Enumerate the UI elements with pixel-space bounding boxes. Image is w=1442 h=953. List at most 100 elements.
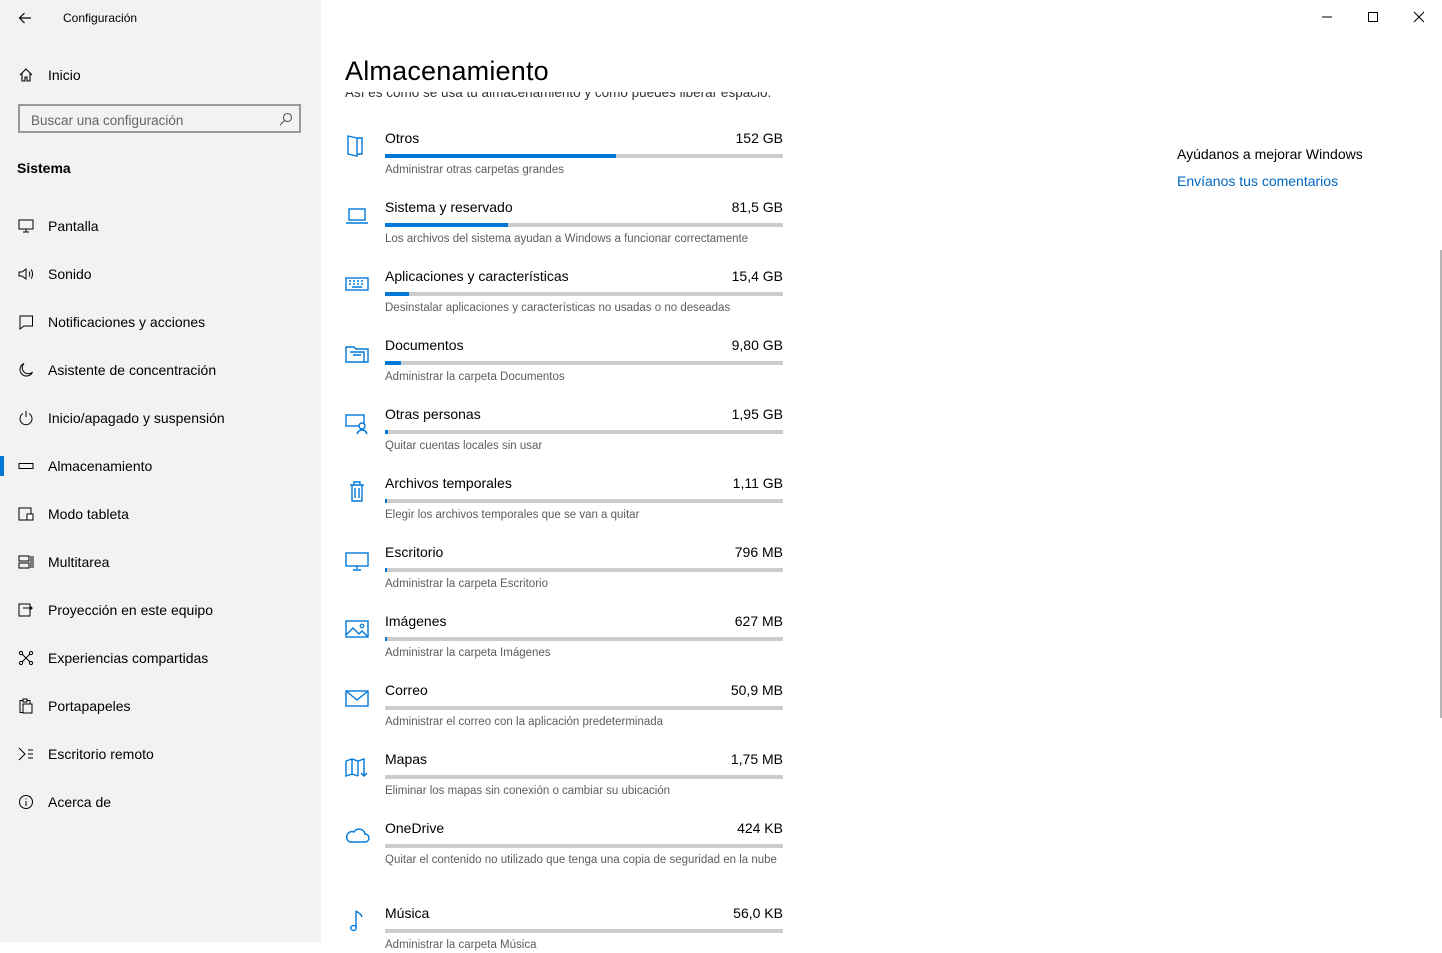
usage-bar [385,154,783,158]
sidebar-item-notificaciones[interactable]: Notificaciones y acciones [0,298,321,346]
documents-folder-icon [345,346,369,363]
sidebar-item-multitarea[interactable]: Multitarea [0,538,321,586]
monitor-icon [17,217,35,235]
sidebar-item-escritorio-remoto[interactable]: Escritorio remoto [0,730,321,778]
sidebar-item-proyeccion[interactable]: Proyección en este equipo [0,586,321,634]
power-icon [17,409,35,427]
sidebar-item-pantalla[interactable]: Pantalla [0,202,321,250]
category-description: Quitar cuentas locales sin usar [385,440,543,452]
share-icon [17,649,35,667]
category-description: Administrar la carpeta Imágenes [385,647,551,659]
speaker-icon [17,265,35,283]
usage-bar [385,929,783,933]
trash-icon [350,481,364,502]
music-icon [349,910,363,932]
sidebar-item-modo-tableta[interactable]: Modo tableta [0,490,321,538]
drive-icon [17,457,35,475]
info-icon [17,793,35,811]
sidebar-item-portapapeles[interactable]: Portapapeles [0,682,321,730]
usage-bar-fill [385,499,387,503]
usage-bar [385,775,783,779]
category-size: 627 MB [734,613,783,629]
category-description: Quitar el contenido no utilizado que ten… [385,854,777,866]
clipboard-icon [17,697,35,715]
sidebar-item-label: Multitarea [48,554,110,570]
search-input[interactable] [29,109,283,131]
category-description: Elegir los archivos temporales que se va… [385,509,640,521]
close-button[interactable] [1396,0,1442,34]
sidebar-item-sonido[interactable]: Sonido [0,250,321,298]
sidebar-item-label: Inicio [48,67,81,83]
search-icon[interactable] [279,112,293,126]
usage-bar-fill [385,637,387,641]
usage-bar [385,292,783,296]
sidebar-item-label: Experiencias compartidas [48,650,209,666]
sidebar-item-label: Modo tableta [48,506,129,522]
feedback-link[interactable]: Envíanos tus comentarios [1177,173,1363,189]
minimize-button[interactable] [1304,0,1350,34]
sidebar-nav: Pantalla Sonido Notificaciones y accione… [0,202,321,826]
maximize-icon [1368,12,1378,22]
close-icon [1413,11,1425,23]
help-panel: Ayúdanos a mejorar Windows Envíanos tus … [1177,146,1363,189]
usage-bar [385,361,783,365]
sidebar-item-label: Acerca de [48,794,112,810]
people-icon [345,414,368,435]
keyboard-icon [345,277,369,291]
category-description: Eliminar los mapas sin conexión o cambia… [385,785,671,797]
category-description: Administrar la carpeta Documentos [385,371,565,383]
usage-bar-fill [385,223,509,227]
mail-icon [345,690,369,707]
tablet-icon [17,505,35,523]
remote-icon [17,745,35,763]
usage-bar [385,223,783,227]
sidebar-item-label: Notificaciones y acciones [48,314,206,330]
multitask-icon [17,553,35,571]
sidebar-item-home[interactable]: Inicio [0,60,321,90]
back-arrow-icon [18,12,31,24]
category-name: Otros [385,130,420,146]
category-size: 1,95 GB [731,406,783,422]
category-size: 152 GB [735,130,783,146]
sidebar-item-acerca-de[interactable]: Acerca de [0,778,321,826]
category-size: 1,75 MB [730,751,783,767]
category-name: Aplicaciones y características [385,268,569,284]
sidebar-item-label: Proyección en este equipo [48,602,213,618]
sidebar-item-label: Escritorio remoto [48,746,154,762]
picture-icon [345,620,369,638]
category-name: Imágenes [385,613,447,629]
category-name: Música [385,905,430,921]
laptop-icon [346,208,368,224]
usage-bar [385,706,783,710]
minimize-icon [1322,16,1332,18]
category-name: Documentos [385,337,464,353]
sidebar-item-label: Asistente de concentración [48,362,217,378]
sidebar-item-label: Pantalla [48,218,99,234]
sidebar-section-title: Sistema [17,160,71,176]
category-name: Archivos temporales [385,475,512,491]
sidebar-item-almacenamiento[interactable]: Almacenamiento [0,442,321,490]
map-icon [345,758,368,777]
category-description: Administrar la carpeta Música [385,939,537,951]
sidebar-item-label: Sonido [48,266,92,282]
category-name: OneDrive [385,820,445,836]
main-content: Almacenamiento Así es como se usa tu alm… [321,0,1442,951]
search-box[interactable] [18,104,301,133]
sidebar-item-label: Portapapeles [48,698,131,714]
page-title: Almacenamiento [345,56,549,86]
projection-icon [17,601,35,619]
page-subtitle: Así es como se usa tu almacenamiento y c… [345,92,771,104]
usage-bar-fill [385,430,389,434]
category-description: Desinstalar aplicaciones y característic… [385,302,731,314]
back-button[interactable] [10,4,40,32]
desktop-icon [345,552,369,571]
maximize-button[interactable] [1350,0,1396,34]
message-icon [17,313,35,331]
sidebar-item-experiencias[interactable]: Experiencias compartidas [0,634,321,682]
sidebar-item-label: Inicio/apagado y suspensión [48,410,225,426]
category-description: Administrar la carpeta Escritorio [385,578,548,590]
moon-icon [17,361,35,379]
category-description: Administrar otras carpetas grandes [385,164,564,176]
sidebar-item-concentracion[interactable]: Asistente de concentración [0,346,321,394]
sidebar-item-inicio-apagado[interactable]: Inicio/apagado y suspensión [0,394,321,442]
